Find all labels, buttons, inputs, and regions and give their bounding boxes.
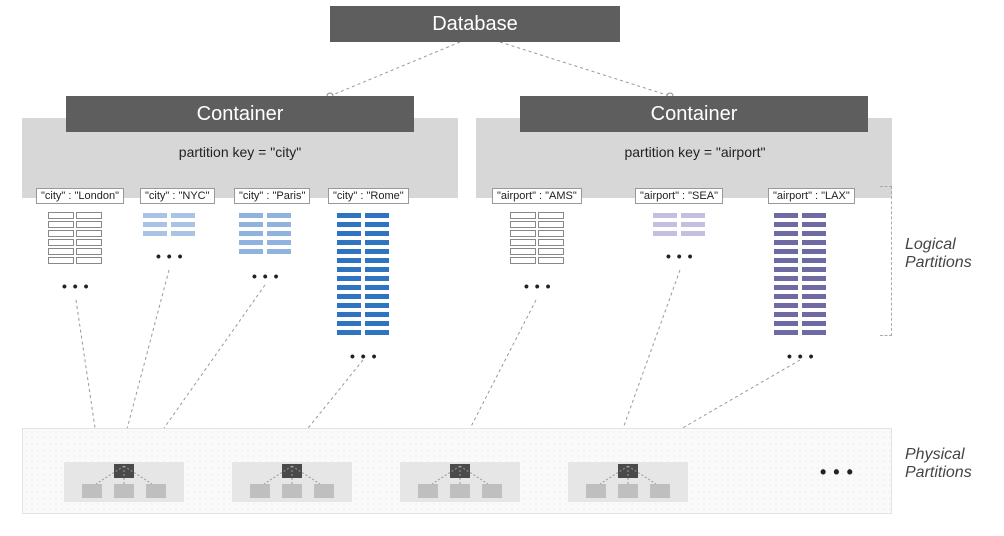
- val-c2-lax: "airport" : "LAX": [768, 188, 855, 204]
- val-c1-london: "city" : "London": [36, 188, 124, 204]
- dots-c1-2: • • •: [252, 268, 279, 284]
- val-c1-rome: "city" : "Rome": [328, 188, 409, 204]
- container-box-1: Container: [66, 96, 414, 132]
- phys-node-3: [400, 444, 520, 502]
- database-title: Database: [432, 13, 518, 36]
- val-c2-sea: "airport" : "SEA": [635, 188, 723, 204]
- dots-c1-0: • • •: [62, 278, 89, 294]
- container-box-2: Container: [520, 96, 868, 132]
- dots-c1-1: • • •: [156, 248, 183, 264]
- physical-label: Physical Partitions: [905, 446, 972, 482]
- dots-phys: • • •: [820, 462, 854, 483]
- phys-node-4: [568, 444, 688, 502]
- grid-c1-london: [48, 212, 102, 264]
- container-title-1: Container: [197, 103, 284, 126]
- logical-bracket: [880, 186, 892, 336]
- val-c1-nyc: "city" : "NYC": [140, 188, 215, 204]
- container-title-2: Container: [651, 103, 738, 126]
- val-c2-ams: "airport" : "AMS": [492, 188, 582, 204]
- grid-c1-paris: [238, 212, 292, 255]
- grid-c1-rome: [336, 212, 390, 336]
- dots-c2-0: • • •: [524, 278, 551, 294]
- dots-c2-1: • • •: [666, 248, 693, 264]
- logical-label: Logical Partitions: [905, 236, 972, 272]
- phys-node-1: [64, 444, 184, 502]
- dots-c1-3: • • •: [350, 348, 377, 364]
- dots-c2-2: • • •: [787, 348, 814, 364]
- pk-label-1: partition key = "city": [150, 144, 330, 160]
- val-c1-paris: "city" : "Paris": [234, 188, 310, 204]
- pk-label-2: partition key = "airport": [600, 144, 790, 160]
- grid-c1-nyc: [142, 212, 196, 237]
- grid-c2-ams: [510, 212, 564, 264]
- grid-c2-sea: [652, 212, 706, 237]
- database-box: Database: [330, 6, 620, 42]
- phys-node-2: [232, 444, 352, 502]
- grid-c2-lax: [773, 212, 827, 336]
